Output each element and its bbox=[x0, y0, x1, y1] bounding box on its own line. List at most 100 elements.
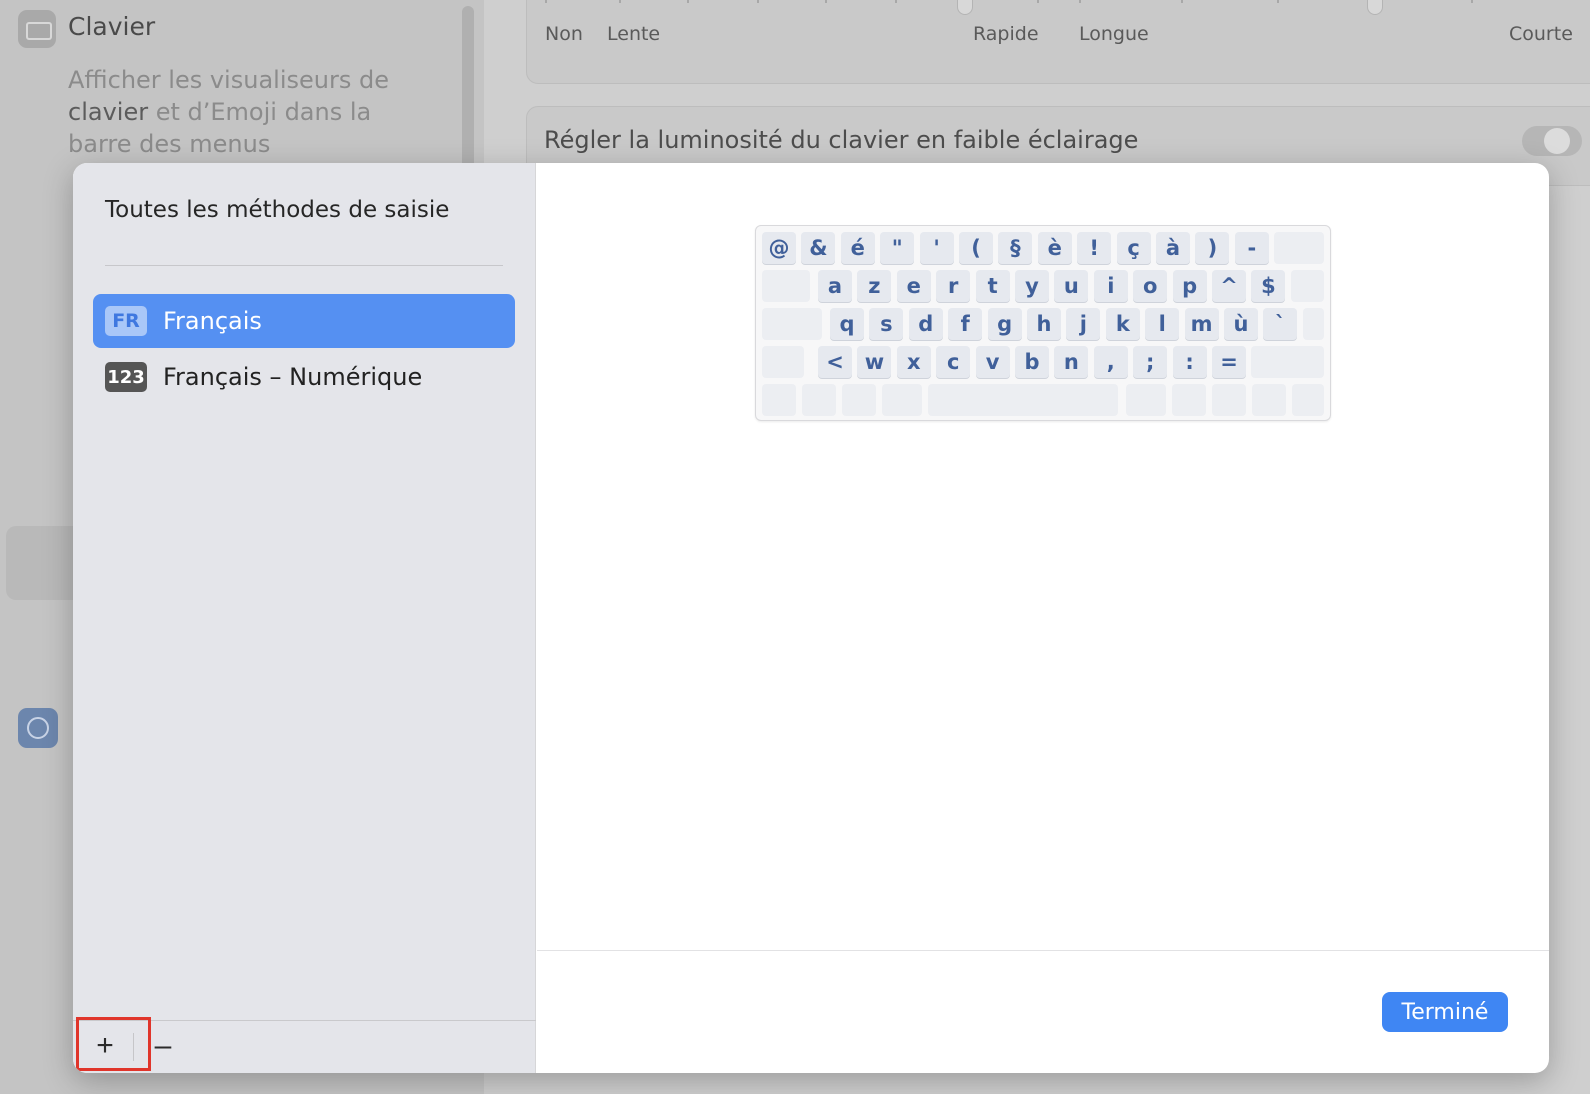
slider-tick bbox=[757, 0, 759, 3]
keyboard-blank-key bbox=[882, 384, 922, 416]
keyboard-key: = bbox=[1212, 346, 1246, 378]
keyboard-blank-key bbox=[1274, 232, 1324, 264]
footer-separator bbox=[537, 950, 1549, 951]
keyboard-key: b bbox=[1015, 346, 1049, 378]
keyboard-key: @ bbox=[762, 232, 796, 264]
keyboard-key: j bbox=[1066, 308, 1101, 340]
slider-label-lente: Lente bbox=[607, 23, 661, 45]
keyboard-key: e bbox=[896, 270, 931, 302]
keyboard-key: v bbox=[975, 346, 1010, 378]
slider-tick bbox=[895, 0, 897, 3]
keyboard-key: u bbox=[1054, 270, 1089, 302]
keyboard-key: s bbox=[869, 308, 904, 340]
keyboard-key: h bbox=[1027, 308, 1061, 340]
keyboard-blank-key bbox=[1126, 384, 1166, 416]
fr-badge-icon: FR bbox=[105, 306, 147, 336]
keyboard-key: ^ bbox=[1212, 270, 1246, 302]
keyboard-key: w bbox=[857, 346, 892, 378]
slider-label-courte: Courte bbox=[1509, 23, 1573, 45]
keyboard-blank-key bbox=[1252, 384, 1286, 416]
keyboard-blank-key bbox=[1292, 384, 1324, 416]
keyboard-section-description: Afficher les visualiseurs de clavier et … bbox=[68, 66, 389, 158]
accessibility-icon bbox=[18, 708, 58, 748]
keyboard-icon bbox=[18, 10, 56, 48]
keyboard-blank-key bbox=[1290, 270, 1324, 302]
keyboard-key: m bbox=[1184, 308, 1219, 340]
keyboard-key: l bbox=[1145, 308, 1180, 340]
keyboard-key: o bbox=[1133, 270, 1168, 302]
keyboard-layout-preview: @ & é " '(§ è! ç à) - a z e r t y u i o p ^ $ q s d f g h j k l m ù ` … bbox=[755, 225, 1331, 421]
keyboard-key: , bbox=[1093, 346, 1128, 378]
keyboard-blank-key bbox=[1251, 346, 1324, 378]
slider-tick bbox=[1277, 0, 1279, 3]
slider-tick bbox=[1181, 0, 1183, 3]
key-repeat-card: Non Lente Rapide Longue Courte bbox=[526, 0, 1590, 84]
keyboard-key: a bbox=[818, 270, 852, 302]
keyboard-blank-key bbox=[928, 384, 1118, 416]
keyboard-blank-key bbox=[762, 270, 810, 302]
done-button[interactable]: Terminé bbox=[1382, 992, 1508, 1032]
input-methods-title: Toutes les méthodes de saisie bbox=[105, 197, 450, 223]
keyboard-key: f bbox=[948, 308, 983, 340]
add-button-highlight bbox=[76, 1017, 151, 1071]
keyboard-key: y bbox=[1015, 270, 1049, 302]
slider-tick bbox=[1471, 0, 1473, 3]
keyboard-key: è bbox=[1037, 232, 1072, 264]
keyboard-key: c bbox=[936, 346, 971, 378]
keyboard-blank-key bbox=[762, 384, 796, 416]
title-separator bbox=[105, 265, 503, 266]
keyboard-key: à bbox=[1156, 232, 1190, 264]
keyboard-key: $ bbox=[1251, 270, 1286, 302]
keyboard-key: ; bbox=[1133, 346, 1168, 378]
slider-tick bbox=[1037, 0, 1039, 3]
keyboard-blank-key bbox=[762, 346, 804, 378]
brightness-toggle[interactable] bbox=[1522, 126, 1582, 156]
brightness-label: Régler la luminosité du clavier en faibl… bbox=[544, 126, 1139, 154]
keyboard-blank-key bbox=[1302, 308, 1324, 340]
input-methods-list-panel: Toutes les méthodes de saisie FR Françai… bbox=[73, 163, 536, 1073]
input-method-label: Français bbox=[163, 307, 262, 335]
keyboard-key: ' bbox=[919, 232, 954, 264]
input-method-francais[interactable]: FR Français bbox=[93, 294, 515, 348]
keyboard-key: - bbox=[1234, 232, 1269, 264]
keyboard-section-title: Clavier bbox=[68, 12, 156, 41]
key-repeat-slider-knob[interactable] bbox=[957, 0, 973, 15]
keyboard-key: t bbox=[975, 270, 1010, 302]
keyboard-key: x bbox=[896, 346, 931, 378]
slider-label-rapide: Rapide bbox=[973, 23, 1039, 45]
numeric-badge-icon: 123 bbox=[105, 362, 147, 392]
keyboard-blank-key bbox=[1212, 384, 1246, 416]
keyboard-key: ! bbox=[1077, 232, 1112, 264]
slider-label-longue: Longue bbox=[1079, 23, 1149, 45]
slider-tick bbox=[1079, 0, 1081, 3]
input-method-francais-numerique[interactable]: 123 Français – Numérique bbox=[93, 350, 515, 404]
keyboard-key: ç bbox=[1116, 232, 1151, 264]
keyboard-key: ` bbox=[1263, 308, 1298, 340]
slider-tick bbox=[545, 0, 547, 3]
slider-tick bbox=[619, 0, 621, 3]
keyboard-key: n bbox=[1054, 346, 1089, 378]
keyboard-key: : bbox=[1172, 346, 1207, 378]
keyboard-key: é bbox=[840, 232, 875, 264]
input-methods-sheet: Toutes les méthodes de saisie FR Françai… bbox=[73, 163, 1549, 1073]
keyboard-key: z bbox=[857, 270, 892, 302]
keyboard-key: & bbox=[801, 232, 836, 264]
keyboard-key: < bbox=[818, 346, 852, 378]
slider-label-non: Non bbox=[545, 23, 583, 45]
input-method-label: Français – Numérique bbox=[163, 363, 423, 391]
keyboard-key: " bbox=[880, 232, 915, 264]
slider-tick bbox=[825, 0, 827, 3]
keyboard-key: ) bbox=[1195, 232, 1230, 264]
keyboard-key: d bbox=[908, 308, 943, 340]
keyboard-key: ù bbox=[1224, 308, 1258, 340]
keyboard-key: r bbox=[936, 270, 971, 302]
keyboard-key: § bbox=[998, 232, 1033, 264]
keyboard-key: ( bbox=[959, 232, 993, 264]
sidebar-scrollbar[interactable] bbox=[462, 6, 474, 176]
keyboard-key: i bbox=[1093, 270, 1128, 302]
keyboard-key: q bbox=[830, 308, 864, 340]
keyboard-key: g bbox=[987, 308, 1022, 340]
repeat-delay-slider-knob[interactable] bbox=[1367, 0, 1383, 15]
slider-tick bbox=[687, 0, 689, 3]
keyboard-key: p bbox=[1172, 270, 1207, 302]
